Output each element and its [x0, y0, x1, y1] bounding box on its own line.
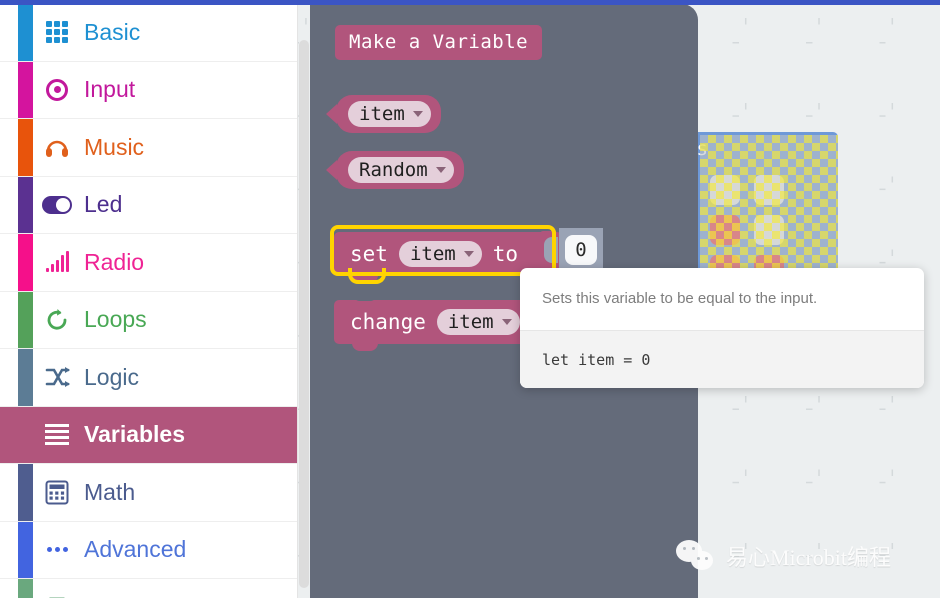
target-icon [42, 78, 72, 101]
category-color-strip [18, 349, 33, 406]
headphones-glyph [46, 140, 68, 158]
set-keyword-label: set [350, 242, 388, 266]
category-palette: Basic Input Music Led Radio Loops Logic … [0, 4, 298, 598]
sidebar-item-label: Music [84, 133, 145, 160]
sidebar-item-label: Variables [84, 421, 186, 448]
variable-name-label: Random [359, 159, 428, 181]
wechat-icon [676, 540, 716, 572]
variable-name-label: item [359, 103, 405, 125]
sidebar-item-logic[interactable]: Logic [0, 349, 297, 407]
led-cell[interactable] [754, 215, 784, 245]
variable-name-label: item [409, 243, 456, 265]
tooltip-code-snippet: let item = 0 [520, 330, 924, 388]
shuffle-glyph [45, 367, 70, 388]
category-color-strip [18, 521, 33, 578]
category-color-strip [18, 464, 33, 521]
variable-reporter-item[interactable]: item [326, 95, 441, 133]
top-accent-bar [0, 0, 940, 5]
signal-icon [42, 251, 72, 273]
sidebar-item-label: Text [84, 594, 126, 598]
value-slot-connector [540, 231, 558, 269]
sidebar-item-label: Input [84, 76, 136, 103]
sidebar-item-advanced[interactable]: Advanced [0, 521, 297, 579]
category-color-strip [18, 579, 33, 598]
category-color-strip [18, 291, 33, 348]
sidebar-item-label: Math [84, 478, 136, 505]
app-root: show leds [0, 0, 940, 598]
toggle-icon [42, 195, 72, 214]
variable-dropdown-item[interactable]: item [348, 101, 431, 127]
headphones-icon [42, 136, 72, 158]
sidebar-item-led[interactable]: Led [0, 176, 297, 234]
make-a-variable-button[interactable]: Make a Variable [335, 25, 543, 60]
watermark: 易心Microbit编程 [676, 540, 891, 572]
led-cell[interactable] [710, 215, 740, 245]
sidebar-item-label: Advanced [84, 536, 187, 563]
palette-scrollbar[interactable] [299, 40, 309, 588]
calculator-glyph [45, 480, 69, 505]
change-variable-dropdown[interactable]: item [436, 309, 520, 335]
sidebar-item-loops[interactable]: Loops [0, 291, 297, 349]
text-t-icon: T [42, 592, 72, 598]
loop-icon [42, 308, 72, 332]
chevron-down-icon [501, 319, 512, 325]
to-keyword-label: to [492, 242, 518, 266]
led-cell[interactable] [754, 175, 784, 205]
block-notch-top [352, 293, 378, 301]
chevron-down-icon [463, 251, 474, 257]
sidebar-item-basic[interactable]: Basic [0, 4, 297, 62]
category-color-strip [18, 176, 33, 233]
set-variable-dropdown[interactable]: item [398, 241, 482, 267]
sidebar-item-label: Led [84, 191, 123, 218]
sidebar-item-radio[interactable]: Radio [0, 234, 297, 292]
tooltip-description: Sets this variable to be equal to the in… [542, 290, 818, 307]
variable-reporter-random[interactable]: Random [326, 151, 464, 189]
shuffle-icon [42, 366, 72, 388]
refresh-glyph [47, 308, 67, 330]
sidebar-item-label: Radio [84, 248, 145, 275]
watermark-text: 易心Microbit编程 [726, 545, 891, 570]
set-value-input[interactable]: 0 [565, 235, 597, 265]
sidebar-item-variables[interactable]: Variables [0, 406, 297, 464]
sidebar-item-label: Logic [84, 363, 139, 390]
sidebar-item-label: Basic [84, 18, 141, 45]
category-color-strip [18, 119, 33, 176]
lines-icon [42, 424, 72, 446]
change-keyword-label: change [350, 310, 426, 334]
sidebar-item-input[interactable]: Input [0, 61, 297, 119]
sidebar-item-text[interactable]: T Text [0, 579, 297, 598]
calculator-icon [42, 480, 72, 505]
variable-name-label: item [447, 311, 494, 333]
category-color-strip [18, 61, 33, 118]
ellipsis-icon [42, 547, 72, 553]
chevron-down-icon [435, 167, 446, 173]
sidebar-item-music[interactable]: Music [0, 119, 297, 177]
sidebar-item-math[interactable]: Math [0, 464, 297, 522]
chevron-down-icon [412, 111, 423, 117]
sidebar-item-label: Loops [84, 306, 147, 333]
category-color-strip [18, 4, 33, 61]
block-tooltip: Sets this variable to be equal to the in… [520, 268, 924, 388]
category-color-strip [18, 234, 33, 291]
variable-dropdown-random[interactable]: Random [348, 157, 454, 183]
set-value-input-wrapper[interactable]: 0 [559, 228, 603, 272]
block-notch [352, 275, 378, 283]
grid-icon [42, 21, 72, 44]
led-cell[interactable] [710, 175, 740, 205]
block-notch [352, 343, 378, 351]
